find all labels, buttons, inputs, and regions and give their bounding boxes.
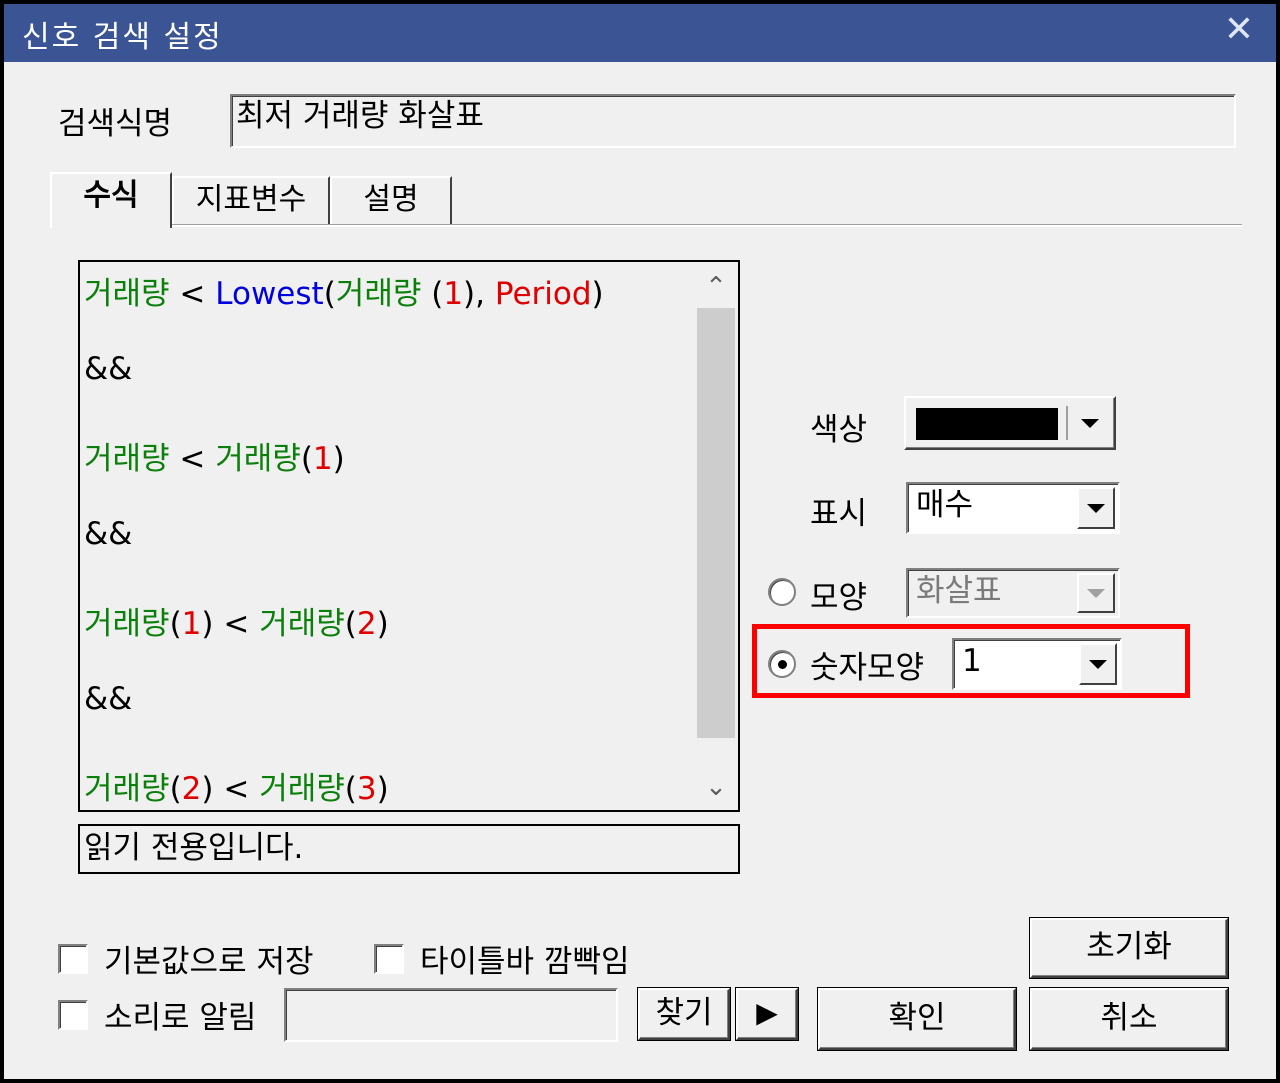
window-title: 신호 검색 설정 <box>22 20 223 55</box>
color-swatch <box>916 408 1058 440</box>
formula-editor[interactable]: 거래량 < Lowest(거래량 (1), Period) && 거래량 < 거래량… <box>78 260 740 812</box>
formula-line: 거래량 < Lowest(거래량 (1), Period) <box>84 268 604 313</box>
formula-token: ( <box>344 606 357 642</box>
play-icon: ▶ <box>756 996 778 1029</box>
formula-token: 1 <box>181 606 202 642</box>
signal-search-settings-dialog: 신호 검색 설정 ✕ 검색식명 최저 거래량 화살표 수식 지표변수 설명 거래… <box>0 0 1280 1083</box>
chevron-down-icon <box>1081 419 1099 428</box>
shape-combo[interactable]: 화살표 <box>906 568 1120 618</box>
save-default-label: 기본값으로 저장 <box>104 944 314 980</box>
formula-token: 거래량 <box>84 441 170 477</box>
display-combo[interactable]: 매수 <box>906 482 1120 534</box>
display-combo-value: 매수 <box>916 487 974 523</box>
formula-token: ) <box>332 441 345 477</box>
formula-token: ), <box>463 276 495 312</box>
save-default-checkbox[interactable] <box>58 944 88 974</box>
formula-token: 3 <box>356 771 377 807</box>
formula-token: ) <box>376 771 389 807</box>
tab-strip-line <box>52 224 1242 227</box>
titlebar-blink-checkbox[interactable] <box>374 944 404 974</box>
formula-line: && <box>84 681 132 717</box>
formula-vertical-scrollbar[interactable]: ⌃ ⌄ <box>694 262 738 810</box>
tab-indicator-variables-label: 지표변수 <box>195 182 307 217</box>
scrollbar-thumb[interactable] <box>697 308 735 738</box>
find-button-label: 찾기 <box>655 995 713 1031</box>
formula-token: ( <box>344 771 357 807</box>
readonly-status-text: 읽기 전용입니다. <box>84 830 304 866</box>
formula-line: && <box>84 351 132 387</box>
reset-button[interactable]: 초기화 <box>1030 918 1228 978</box>
formula-token: Lowest <box>215 276 324 312</box>
formula-token: ) < <box>201 606 260 642</box>
cancel-button[interactable]: 취소 <box>1030 988 1228 1050</box>
tab-description-label: 설명 <box>363 182 419 217</box>
readonly-status-box: 읽기 전용입니다. <box>78 824 740 874</box>
shape-radio[interactable] <box>768 578 796 606</box>
formula-token: 거래량 <box>335 276 422 312</box>
tab-formula-label: 수식 <box>83 178 139 213</box>
title-bar[interactable]: 신호 검색 설정 ✕ <box>4 4 1276 62</box>
sound-file-path-input[interactable] <box>284 988 618 1042</box>
shape-combo-dropdown-button[interactable] <box>1077 573 1115 613</box>
scroll-up-icon[interactable]: ⌃ <box>694 264 738 310</box>
formula-line: 거래량(1) < 거래량(2) <box>84 598 389 643</box>
formula-token: ( <box>169 771 182 807</box>
formula-token: < <box>169 441 216 477</box>
scroll-down-icon[interactable]: ⌄ <box>694 764 738 810</box>
display-combo-dropdown-button[interactable] <box>1077 487 1115 529</box>
chevron-down-icon <box>1087 589 1105 598</box>
tab-description[interactable]: 설명 <box>330 176 452 224</box>
tab-formula[interactable]: 수식 <box>50 172 172 228</box>
formula-token: 거래량 <box>84 606 170 642</box>
search-name-field[interactable]: 최저 거래량 화살표 <box>230 94 1236 148</box>
formula-token: ) <box>376 606 389 642</box>
search-name-value: 최저 거래량 화살표 <box>236 98 484 134</box>
formula-token: 1 <box>312 441 333 477</box>
formula-token: ( <box>169 606 182 642</box>
close-icon[interactable]: ✕ <box>1224 10 1254 50</box>
sound-alert-label: 소리로 알림 <box>104 1000 257 1036</box>
formula-token: ) <box>591 276 604 312</box>
formula-token: ( <box>300 441 313 477</box>
shape-combo-value: 화살표 <box>916 573 1002 609</box>
formula-token: 2 <box>181 771 202 807</box>
formula-line: && <box>84 516 132 552</box>
ok-button-label: 확인 <box>888 1000 946 1036</box>
tab-indicator-variables[interactable]: 지표변수 <box>172 176 330 224</box>
formula-token: 거래량 <box>84 771 170 807</box>
highlight-box <box>752 624 1190 698</box>
formula-token: Period <box>494 276 592 312</box>
formula-token: 거래량 <box>215 441 301 477</box>
formula-token: && <box>84 680 133 717</box>
sound-alert-checkbox[interactable] <box>58 1000 88 1030</box>
color-picker-divider <box>1066 406 1068 440</box>
reset-button-label: 초기화 <box>1086 929 1172 965</box>
display-label: 표시 <box>810 496 868 532</box>
formula-token: < <box>169 276 216 312</box>
search-name-label: 검색식명 <box>58 106 173 142</box>
ok-button[interactable]: 확인 <box>818 988 1016 1050</box>
color-label: 색상 <box>810 412 868 448</box>
play-sound-button[interactable]: ▶ <box>736 988 798 1040</box>
formula-token: 거래량 <box>259 771 345 807</box>
formula-token: 거래량 <box>259 606 345 642</box>
formula-token: 1 <box>443 276 464 312</box>
formula-token: && <box>84 515 133 552</box>
formula-token: ) < <box>201 771 260 807</box>
titlebar-blink-label: 타이틀바 깜빡임 <box>420 944 630 980</box>
cancel-button-label: 취소 <box>1100 1000 1158 1036</box>
formula-token: 거래량 <box>84 276 170 312</box>
chevron-down-icon <box>1087 504 1105 513</box>
formula-token: ( <box>323 276 336 312</box>
formula-line: 거래량(2) < 거래량(3) <box>84 763 389 808</box>
find-button[interactable]: 찾기 <box>638 988 730 1040</box>
formula-token: ( <box>421 276 444 312</box>
formula-line: 거래량 < 거래량(1) <box>84 433 345 478</box>
shape-label: 모양 <box>810 580 868 616</box>
color-picker[interactable] <box>904 396 1116 450</box>
formula-token: 2 <box>356 606 377 642</box>
formula-token: && <box>84 350 133 387</box>
